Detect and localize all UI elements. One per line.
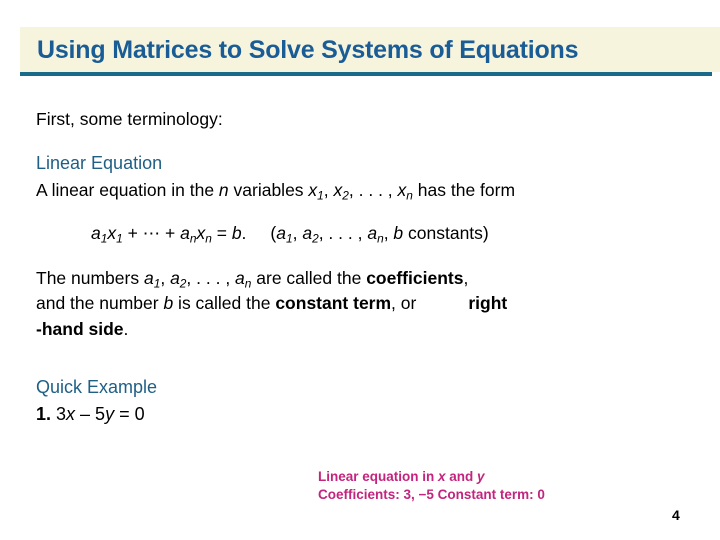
hand-side-phrase: -hand side: [36, 318, 124, 339]
num-an: an: [235, 267, 251, 289]
num-a1: a1: [143, 267, 160, 289]
plus-dots: + ⋯ +: [122, 222, 181, 243]
var-x-glyph: x: [107, 222, 117, 243]
definition-block: Linear Equation A linear equation in the…: [36, 152, 696, 246]
slide-content: First, some terminology: Linear Equation…: [36, 108, 696, 444]
equals-sign: =: [211, 222, 232, 243]
annotation-var-x: x: [438, 469, 446, 484]
annotation-line-1: Linear equation in x and y: [318, 468, 545, 486]
quick-example-block: Quick Example 1. 3x – 5y = 0: [36, 376, 696, 426]
eq-minus: – 5: [75, 404, 106, 424]
coef-a-glyph: a: [91, 222, 101, 243]
annotation-line-2: Coefficients: 3, −5 Constant term: 0: [318, 487, 545, 502]
coef-a-glyph: a: [170, 267, 180, 288]
comma-2: ,: [292, 222, 303, 243]
def-text-part3: has the form: [412, 180, 516, 200]
title-divider: [20, 72, 712, 76]
numbers-lead: The numbers: [36, 267, 144, 288]
ellipsis-1: , . . . ,: [348, 180, 398, 200]
and-number-text: and the number: [36, 293, 164, 313]
const-b-2: b: [393, 222, 404, 243]
const-b: b: [231, 222, 242, 243]
var-x2-sub: 2: [342, 188, 349, 203]
coef-a1-sub: 1: [285, 230, 293, 245]
eq-var-y: y: [105, 404, 115, 424]
term-anxn: anxn: [180, 222, 212, 245]
is-called-text: is called the: [173, 293, 276, 313]
num-b: b: [163, 293, 174, 313]
comma-5: ,: [463, 267, 469, 288]
eq-var-x: x: [66, 404, 76, 424]
comma-1: ,: [323, 180, 334, 200]
var-x1-sub: 1: [116, 230, 123, 245]
example-annotation: Linear equation in x and y Coefficients:…: [318, 468, 545, 504]
var-x-glyph: x: [196, 222, 206, 243]
page-title: Using Matrices to Solve Systems of Equat…: [37, 36, 579, 64]
var-xn-sub: n: [406, 188, 413, 203]
term-a1x1: a1x1: [91, 222, 123, 245]
coefficients-term: coefficients: [366, 267, 464, 288]
annotation-line1-pre: Linear equation in: [318, 469, 439, 484]
var-xn-sub: n: [205, 230, 212, 245]
const-an: an: [367, 222, 384, 245]
coef-a-glyph: a: [143, 267, 154, 288]
num-a2: a2: [170, 267, 186, 289]
var-x-glyph: x: [333, 180, 343, 200]
constant-term-phrase: constant term: [275, 293, 392, 313]
final-period: .: [123, 318, 129, 339]
definition-heading: Linear Equation: [36, 153, 163, 173]
definition-text: A linear equation in the n variables x1,…: [36, 178, 676, 203]
var-x-glyph: x: [308, 180, 318, 200]
comma-3: ,: [383, 222, 394, 243]
constants-label: constants): [403, 222, 489, 243]
def-text-part1: A linear equation in the: [36, 180, 219, 200]
var-x-glyph: x: [397, 180, 407, 200]
const-a1: a1: [276, 222, 293, 245]
quick-example-equation: 1. 3x – 5y = 0: [36, 402, 696, 426]
annotation-var-y: y: [477, 469, 485, 484]
formula-period: .: [241, 222, 247, 243]
linear-equation-formula: a1x1 + ⋯ + anxn = b. (a1, a2, . . . , an,…: [36, 221, 696, 246]
coef-a2-sub: 2: [312, 230, 319, 245]
var-x1: x1: [308, 180, 324, 203]
annotation-line1-mid: and: [445, 469, 478, 484]
example-number: 1.: [36, 404, 52, 424]
page-number: 4: [672, 507, 680, 523]
ellipsis-2: , . . . ,: [318, 222, 368, 243]
var-x2: x2: [333, 180, 349, 203]
coef-a-glyph: a: [235, 267, 245, 288]
eq-pre: 3: [51, 404, 67, 424]
var-x1-sub: 1: [317, 188, 324, 203]
eq-equals: = 0: [114, 404, 145, 424]
intro-text: First, some terminology:: [36, 109, 223, 129]
def-text-part2: variables: [228, 180, 309, 200]
quick-example-heading: Quick Example: [36, 377, 158, 397]
coef-a-glyph: a: [276, 222, 286, 243]
right-word: right: [468, 293, 508, 313]
called-text: are called the: [251, 267, 367, 288]
coef-an-sub: n: [377, 230, 384, 245]
coef-a-glyph: a: [367, 222, 378, 243]
var-xn: xn: [397, 180, 413, 203]
ellipsis-3: , . . . ,: [186, 267, 236, 288]
or-text: , or: [391, 293, 417, 313]
numbers-paragraph: The numbers a1, a2, . . . , an are calle…: [36, 266, 696, 343]
coef-a-glyph: a: [180, 222, 190, 243]
comma-4: ,: [160, 267, 171, 288]
const-a2: a2: [302, 222, 319, 245]
var-n: n: [218, 180, 229, 200]
coef-a-glyph: a: [302, 222, 313, 243]
